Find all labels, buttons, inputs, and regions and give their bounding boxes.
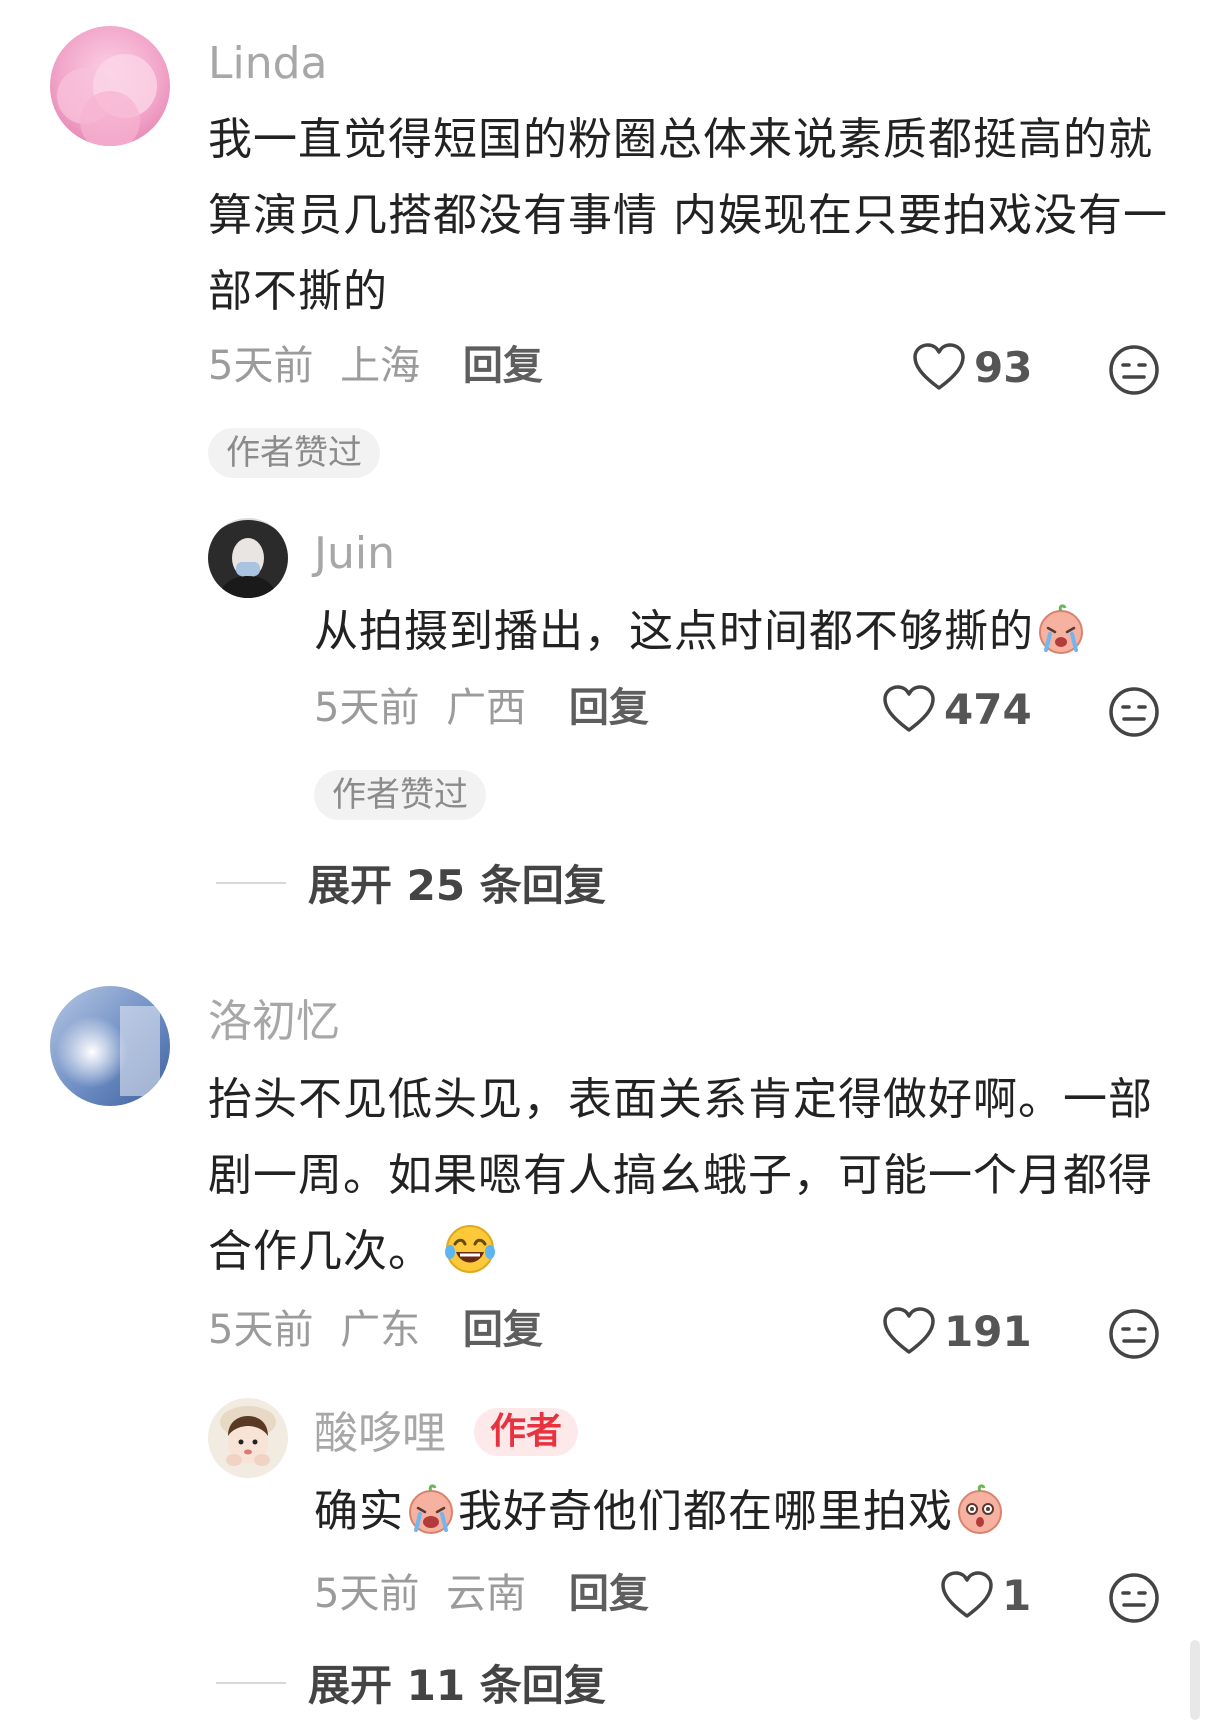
reply-button[interactable]: 回复: [569, 685, 649, 731]
author-tag: 作者: [474, 1408, 579, 1456]
like-count: 1: [1002, 1570, 1032, 1620]
comment-time: 5天前: [314, 685, 420, 731]
heart-icon: [941, 1571, 993, 1618]
reply-button[interactable]: 回复: [569, 1571, 649, 1617]
username[interactable]: 洛初忆: [208, 1000, 340, 1044]
surprised-peach-emoji-icon: [958, 1484, 1002, 1534]
username[interactable]: Linda: [208, 42, 328, 86]
scrollbar[interactable]: [1190, 1640, 1200, 1720]
author-liked-badge: 作者赞过: [208, 428, 380, 478]
like-button[interactable]: 191: [882, 1306, 1032, 1356]
comment-location: 广西: [446, 685, 527, 731]
divider: [216, 1681, 286, 1684]
reply-text-part-2: 我好奇他们都在哪里拍戏: [458, 1486, 953, 1537]
heart-icon: [913, 343, 965, 390]
author-liked-badge: 作者赞过: [314, 770, 486, 820]
heart-icon: [883, 1307, 935, 1354]
comment-text: 我一直觉得短国的粉圈总体来说素质都挺高的就算演员几搭都没有事情 内娱现在只要拍戏…: [208, 114, 1168, 317]
divider: [216, 881, 286, 884]
like-button[interactable]: 93: [912, 342, 1032, 392]
crying-emoji-icon: [1039, 604, 1083, 654]
comment-time: 5天前: [208, 343, 314, 389]
comment-location: 广东: [340, 1307, 421, 1353]
expand-replies-button[interactable]: 展开 25 条回复: [216, 852, 606, 913]
reply-button[interactable]: 回复: [463, 1307, 543, 1353]
comment-time: 5天前: [314, 1571, 420, 1617]
username[interactable]: 酸哆哩: [314, 1412, 446, 1456]
crying-emoji-icon: [409, 1484, 453, 1534]
avatar[interactable]: [50, 986, 170, 1106]
like-count: 93: [974, 342, 1033, 392]
expand-replies-label: 展开 11 条回复: [308, 1661, 606, 1710]
expand-replies-label: 展开 25 条回复: [308, 861, 606, 910]
comment-text-content: 抬头不见低头见，表面关系肯定得做好啊。一部剧一周。如果嗯有人搞幺蛾子，可能一个月…: [208, 1074, 1153, 1277]
tears-of-joy-emoji-icon: [445, 1225, 495, 1273]
comment-text: 确实 我好奇他们都在哪里拍戏: [314, 1474, 1164, 1550]
reply-text-part-1: 确实: [314, 1486, 404, 1537]
avatar[interactable]: [50, 26, 170, 146]
reply-button[interactable]: 回复: [463, 343, 543, 389]
comment-time: 5天前: [208, 1307, 314, 1353]
comment-meta: 5天前 广东 回复: [208, 1310, 543, 1350]
comment-location: 云南: [446, 1571, 527, 1617]
comment-location: 上海: [340, 343, 421, 389]
username[interactable]: Juin: [314, 532, 395, 576]
comment-meta: 5天前 上海 回复: [208, 346, 543, 386]
reply-text: 从拍摄到播出，这点时间都不够撕的: [314, 606, 1034, 657]
like-count: 474: [944, 684, 1032, 734]
expand-replies-button[interactable]: 展开 11 条回复: [216, 1652, 606, 1713]
avatar[interactable]: [208, 1398, 288, 1478]
dislike-icon[interactable]: [1108, 1572, 1160, 1624]
avatar[interactable]: [208, 518, 288, 598]
comment-text: 抬头不见低头见，表面关系肯定得做好啊。一部剧一周。如果嗯有人搞幺蛾子，可能一个月…: [208, 1062, 1168, 1290]
heart-icon: [883, 685, 935, 732]
dislike-icon[interactable]: [1108, 1308, 1160, 1360]
comment-meta: 5天前 云南 回复: [314, 1574, 649, 1614]
dislike-icon[interactable]: [1108, 686, 1160, 738]
like-button[interactable]: 1: [940, 1570, 1031, 1620]
like-button[interactable]: 474: [882, 684, 1032, 734]
comment-text: 从拍摄到播出，这点时间都不够撕的: [314, 594, 1164, 670]
dislike-icon[interactable]: [1108, 344, 1160, 396]
comment-meta: 5天前 广西 回复: [314, 688, 649, 728]
like-count: 191: [944, 1306, 1032, 1356]
